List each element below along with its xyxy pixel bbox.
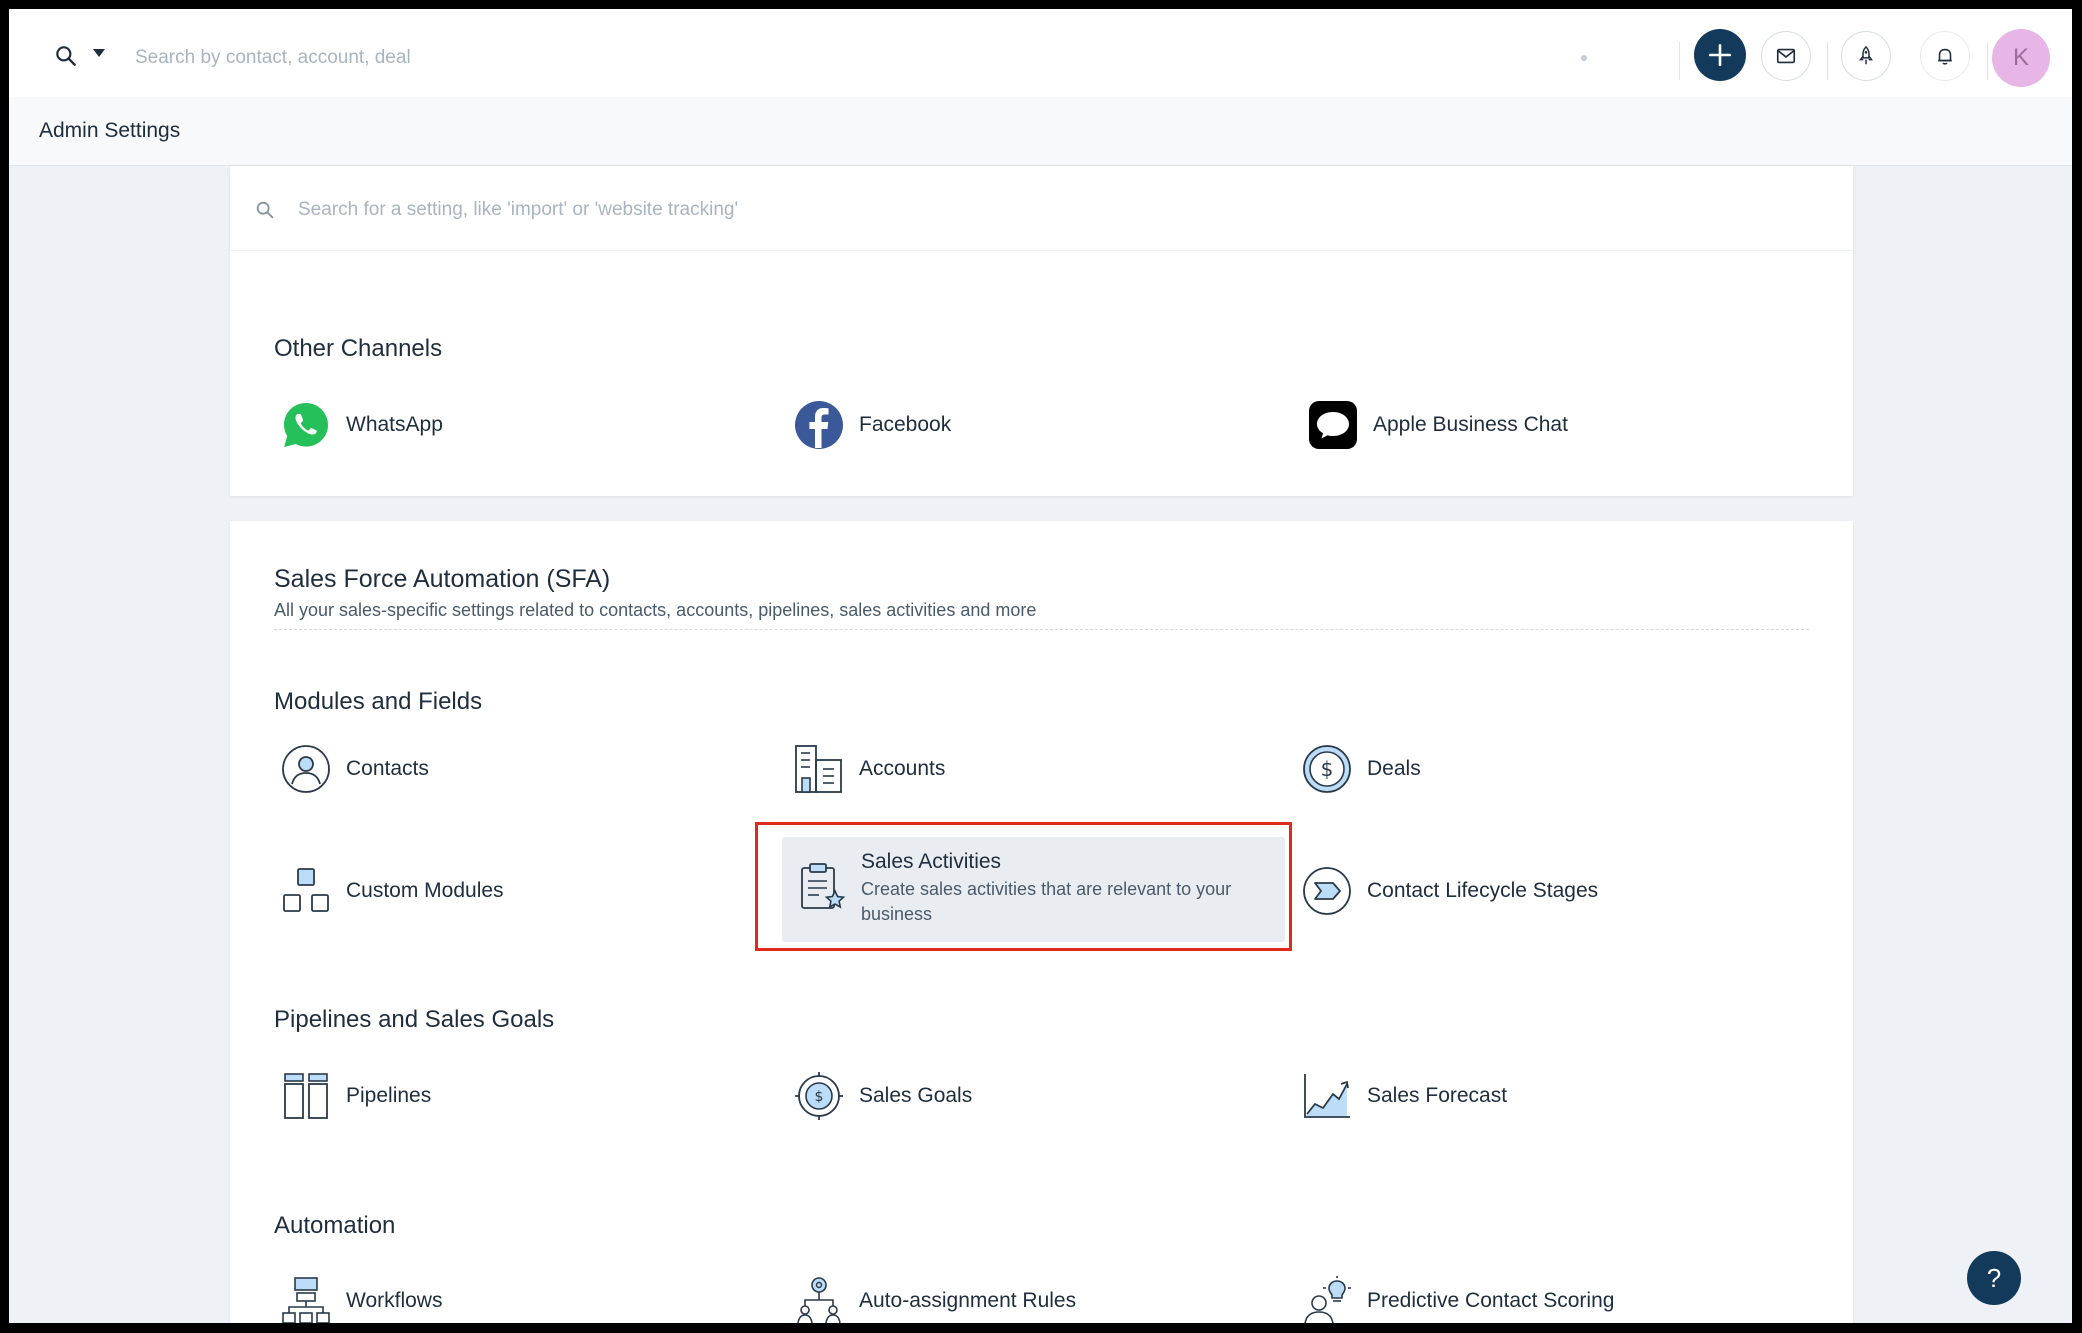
pipelines-goals-title: Pipelines and Sales Goals xyxy=(274,1006,555,1033)
apple-business-chat-icon xyxy=(1309,401,1357,449)
plus-icon xyxy=(1708,43,1732,67)
facebook-icon xyxy=(795,401,843,449)
setting-label: Deals xyxy=(1367,757,1421,780)
setting-item-contact-lifecycle-stages[interactable]: Contact Lifecycle Stages xyxy=(1301,861,1598,921)
sfa-title: Sales Force Automation (SFA) xyxy=(274,565,611,593)
contacts-icon xyxy=(282,745,330,793)
setting-description: Create sales activities that are relevan… xyxy=(861,879,1232,924)
sfa-subtitle: All your sales-specific settings related… xyxy=(274,600,1037,620)
divider xyxy=(274,629,1809,630)
svg-text:$: $ xyxy=(1321,757,1334,781)
setting-label: Sales Goals xyxy=(859,1084,973,1107)
other-channels-card: Other Channels WhatsApp Facebook Apple B… xyxy=(230,250,1853,496)
setting-item-workflows[interactable]: Workflows xyxy=(280,1271,442,1323)
channel-item-facebook[interactable]: Facebook xyxy=(793,395,951,455)
sales-forecast-chart-icon xyxy=(1304,1074,1350,1118)
channel-item-apple-business-chat[interactable]: Apple Business Chat xyxy=(1307,395,1568,455)
page-title: Admin Settings xyxy=(39,119,181,142)
settings-search-input[interactable] xyxy=(296,190,1800,230)
top-navigation-bar: K xyxy=(9,9,2072,98)
channel-label: Facebook xyxy=(859,413,952,436)
help-button[interactable]: ? xyxy=(1967,1251,2021,1305)
whatsapp-icon xyxy=(284,403,328,447)
app-window: K Admin Settings Other Channels WhatsApp xyxy=(9,9,2072,1323)
setting-label: Predictive Contact Scoring xyxy=(1367,1289,1615,1312)
notifications-button[interactable] xyxy=(1920,31,1970,81)
workflows-icon xyxy=(282,1277,330,1323)
divider xyxy=(1987,42,1988,80)
setting-label: Auto-assignment Rules xyxy=(859,1289,1077,1312)
auto-assignment-icon xyxy=(797,1277,841,1323)
setting-item-sales-forecast[interactable]: Sales Forecast xyxy=(1301,1066,1507,1126)
modules-fields-title: Modules and Fields xyxy=(274,688,483,715)
global-search-input[interactable] xyxy=(133,39,1437,77)
bell-icon xyxy=(1938,48,1952,65)
setting-label: Sales Forecast xyxy=(1367,1084,1508,1107)
channel-label: WhatsApp xyxy=(346,413,443,436)
divider xyxy=(1679,42,1680,80)
setting-item-contacts[interactable]: Contacts xyxy=(280,739,429,799)
section-title: Other Channels xyxy=(274,335,443,362)
search-scope-chevron-down-icon[interactable] xyxy=(93,49,105,57)
setting-label: Sales Activities xyxy=(861,850,1002,873)
svg-text:$: $ xyxy=(815,1089,824,1105)
accounts-building-icon xyxy=(795,745,842,793)
settings-search-bar xyxy=(230,166,1853,250)
page-header: Admin Settings xyxy=(9,97,2072,166)
channel-item-whatsapp[interactable]: WhatsApp xyxy=(280,395,443,455)
sales-goals-target-icon: $ xyxy=(795,1072,843,1120)
automation-title: Automation xyxy=(274,1212,396,1239)
lifecycle-stages-icon xyxy=(1303,867,1351,915)
custom-modules-icon xyxy=(283,868,329,912)
predictive-scoring-icon xyxy=(1304,1276,1351,1323)
user-avatar[interactable]: K xyxy=(1992,29,2050,87)
pipelines-icon xyxy=(284,1073,328,1119)
setting-item-predictive-contact-scoring[interactable]: Predictive Contact Scoring xyxy=(1301,1271,1614,1323)
setting-label: Contacts xyxy=(346,757,429,780)
setting-item-accounts[interactable]: Accounts xyxy=(793,739,945,799)
channel-label: Apple Business Chat xyxy=(1373,413,1568,436)
quick-add-button[interactable] xyxy=(1694,29,1746,81)
getting-started-button[interactable] xyxy=(1841,31,1891,81)
setting-item-auto-assignment-rules[interactable]: Auto-assignment Rules xyxy=(793,1271,1076,1323)
search-icon xyxy=(256,201,274,219)
setting-label: Workflows xyxy=(346,1289,443,1312)
deals-dollar-icon: $ xyxy=(1303,745,1351,793)
setting-item-pipelines[interactable]: Pipelines xyxy=(280,1066,431,1126)
search-icon[interactable] xyxy=(53,43,79,69)
setting-item-deals[interactable]: $ Deals xyxy=(1301,739,1421,799)
setting-label: Pipelines xyxy=(346,1084,432,1107)
setting-item-custom-modules[interactable]: Custom Modules xyxy=(280,861,504,921)
setting-label: Custom Modules xyxy=(346,879,504,902)
divider xyxy=(1827,42,1828,80)
sales-activities-clipboard-icon xyxy=(801,863,846,909)
email-button[interactable] xyxy=(1761,31,1811,81)
help-label: ? xyxy=(1986,1262,2002,1293)
setting-item-sales-goals[interactable]: $ Sales Goals xyxy=(793,1066,972,1126)
mail-icon xyxy=(1776,48,1796,64)
setting-label: Contact Lifecycle Stages xyxy=(1367,879,1599,902)
rocket-icon xyxy=(1859,45,1873,65)
status-dot xyxy=(1581,55,1587,61)
setting-label: Accounts xyxy=(859,757,946,780)
avatar-initial: K xyxy=(2012,44,2029,71)
